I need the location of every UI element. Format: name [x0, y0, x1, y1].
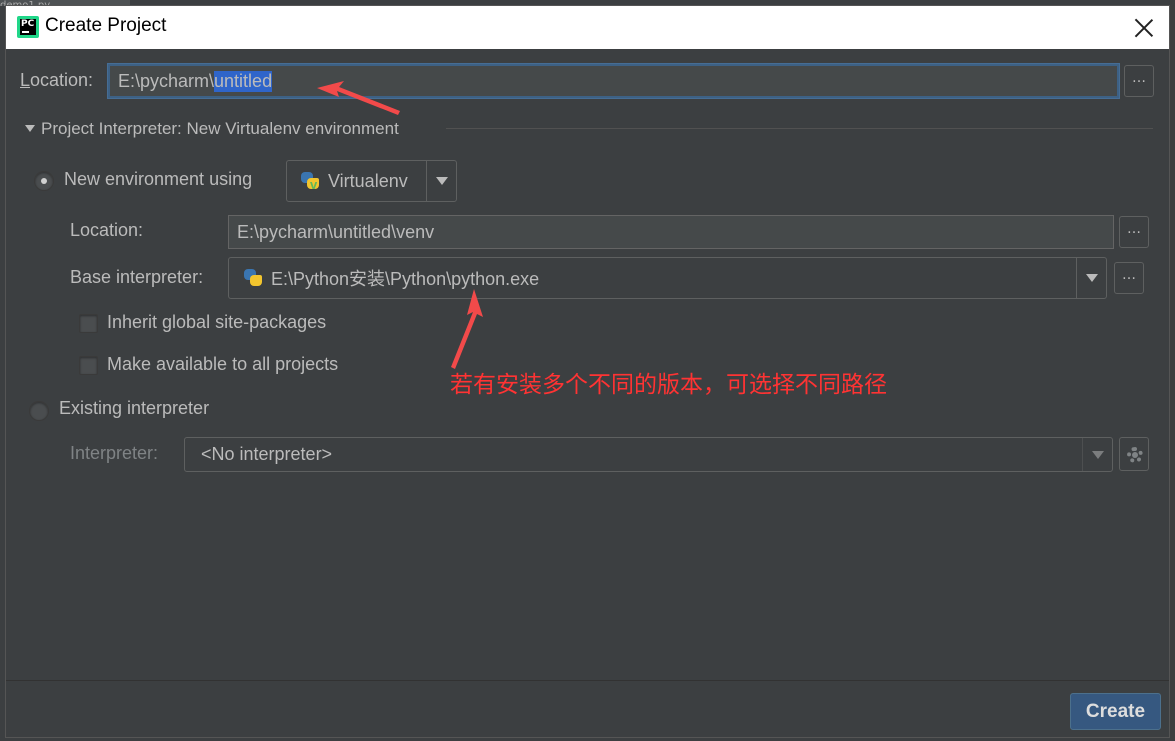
interpreter-value: <No interpreter>	[201, 444, 333, 464]
browse-base-interpreter-button[interactable]: …	[1114, 262, 1144, 294]
base-interpreter-label: Base interpreter:	[70, 267, 204, 287]
chevron-down-icon[interactable]	[426, 161, 456, 201]
location-selected-text: untitled	[214, 70, 273, 92]
existing-interpreter-radio[interactable]	[29, 401, 49, 421]
environment-tool-value: Virtualenv	[328, 170, 408, 191]
inherit-site-packages-label: Inherit global site-packages	[107, 312, 327, 332]
section-divider	[446, 128, 1153, 129]
browse-venv-location-button[interactable]: …	[1119, 216, 1149, 248]
inherit-site-packages-checkbox[interactable]	[79, 314, 98, 333]
new-environment-label: New environment using	[64, 169, 253, 189]
gear-icon	[1127, 447, 1143, 463]
footer-divider	[6, 680, 1169, 681]
interpreter-arrow	[451, 289, 483, 369]
close-icon[interactable]	[1131, 15, 1157, 41]
environment-tool-select[interactable]: v Virtualenv	[286, 160, 457, 202]
interpreter-settings-button[interactable]	[1119, 437, 1149, 471]
browse-location-button[interactable]: …	[1124, 65, 1154, 97]
make-available-checkbox[interactable]	[79, 356, 98, 375]
existing-interpreter-label: Existing interpreter	[59, 398, 210, 418]
create-project-dialog: PC Create Project Location: E:\pycharm\ u…	[5, 5, 1170, 738]
python-virtualenv-icon: v	[300, 171, 320, 191]
interpreter-label: Interpreter:	[70, 443, 159, 463]
make-available-label: Make available to all projects	[107, 354, 339, 374]
base-interpreter-value: E:\Python安装\Python\python.exe	[271, 269, 540, 289]
title-bar: PC Create Project	[6, 6, 1169, 49]
new-environment-radio[interactable]	[34, 171, 54, 191]
dialog-title: Create Project	[45, 15, 167, 36]
venv-location-input[interactable]: E:\pycharm\untitled\venv	[228, 215, 1114, 249]
create-button[interactable]: Create	[1070, 693, 1161, 730]
project-location-label: Location:	[20, 70, 94, 90]
chevron-down-icon[interactable]	[1076, 258, 1106, 298]
annotation-text: 若有安装多个不同的版本，可选择不同路径	[450, 372, 887, 398]
interpreter-select[interactable]: <No interpreter>	[184, 437, 1113, 472]
collapse-triangle-icon[interactable]	[25, 125, 35, 132]
python-icon	[243, 268, 263, 288]
chevron-down-icon[interactable]	[1082, 438, 1112, 471]
location-text: E:\pycharm\	[118, 70, 215, 91]
project-location-input[interactable]: E:\pycharm\ untitled	[108, 64, 1119, 98]
base-interpreter-select[interactable]: E:\Python安装\Python\python.exe	[228, 257, 1107, 299]
pycharm-app-icon: PC	[17, 16, 39, 38]
venv-location-label: Location:	[70, 220, 144, 240]
interpreter-section-header[interactable]: Project Interpreter: New Virtualenv envi…	[41, 119, 399, 139]
